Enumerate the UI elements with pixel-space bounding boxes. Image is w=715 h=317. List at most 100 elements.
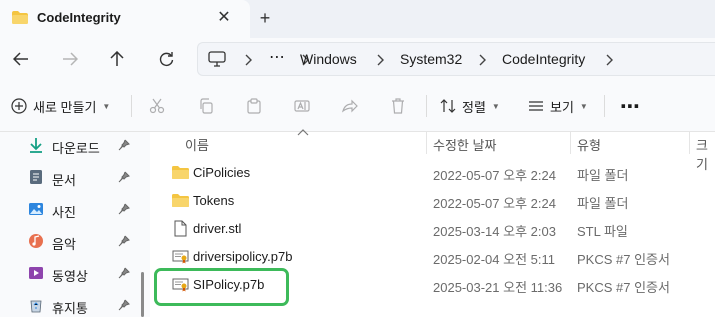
breadcrumb-system32[interactable]: System32 [400, 51, 462, 67]
up-button[interactable] [104, 46, 130, 72]
pin-icon[interactable] [118, 171, 130, 183]
arrow-up-icon [110, 51, 124, 66]
navigation-bar: ⋯ Windows System32 CodeIntegrity [0, 38, 715, 80]
file-row[interactable]: CiPolicies 2022-05-07 오후 2:24 파일 폴더 [150, 159, 715, 187]
column-header-type[interactable]: 유형 [577, 135, 601, 157]
chevron-right-icon [377, 54, 384, 66]
pin-icon[interactable] [118, 139, 130, 151]
divider [604, 95, 605, 117]
copy-button[interactable] [198, 94, 214, 118]
sidebar-item-videos[interactable]: 동영상 [0, 260, 140, 288]
delete-button[interactable] [390, 94, 406, 118]
computer-icon [208, 51, 226, 67]
column-divider[interactable] [570, 132, 571, 154]
sidebar-item-downloads[interactable]: 다운로드 [0, 132, 140, 160]
file-type: PKCS #7 인증서 [577, 280, 670, 295]
forward-button[interactable] [57, 46, 83, 72]
file-icon [174, 220, 187, 237]
breadcrumb-codeintegrity[interactable]: CodeIntegrity [502, 51, 585, 67]
chevron-right-icon [245, 54, 252, 66]
file-date: 2025-02-04 오전 5:11 [433, 252, 555, 267]
pin-icon[interactable] [118, 267, 130, 279]
file-name: driver.stl [193, 221, 242, 236]
music-icon [29, 234, 43, 248]
file-date: 2025-03-14 오후 2:03 [433, 224, 556, 239]
view-button[interactable]: 보기 ▼ [528, 94, 588, 118]
breadcrumb-windows[interactable]: Windows [300, 51, 357, 67]
close-tab-button[interactable]: ✕ [213, 7, 235, 29]
sort-button-label: 정렬 [462, 99, 486, 115]
command-bar: 새로 만들기 ▼ 정렬 ▼ 보기 ▼ ⋯ [0, 80, 715, 132]
sidebar-item-documents[interactable]: 문서 [0, 164, 140, 192]
trash-icon [392, 98, 404, 114]
folder-icon [172, 194, 189, 207]
folder-icon [12, 11, 28, 24]
column-header-name[interactable]: 이름 [185, 135, 209, 157]
breadcrumb-more-button[interactable]: ⋯ [269, 47, 285, 67]
sidebar-item-label: 휴지통 [52, 301, 88, 316]
pin-icon[interactable] [118, 235, 130, 247]
column-header-size[interactable]: 크기 [696, 135, 715, 172]
rename-icon [294, 100, 310, 112]
chevron-right-icon [606, 54, 613, 66]
pin-icon[interactable] [118, 203, 130, 215]
share-button[interactable] [342, 94, 358, 118]
address-bar[interactable]: ⋯ Windows System32 CodeIntegrity [197, 42, 715, 76]
refresh-icon [159, 51, 173, 66]
refresh-button[interactable] [153, 46, 179, 72]
sort-ascending-icon [297, 129, 309, 136]
divider [426, 95, 427, 117]
recycle-bin-icon [30, 300, 42, 313]
sidebar-item-recycle-bin[interactable]: 휴지통 [0, 292, 140, 317]
file-row[interactable]: Tokens 2022-05-07 오후 2:24 파일 폴더 [150, 187, 715, 215]
sidebar-item-pictures[interactable]: 사진 [0, 196, 140, 224]
view-list-icon [529, 101, 543, 111]
column-divider[interactable] [689, 132, 690, 154]
file-row[interactable]: driver.stl 2025-03-14 오후 2:03 STL 파일 [150, 215, 715, 243]
sort-icon [440, 99, 456, 113]
chevron-down-icon: ▼ [491, 101, 500, 111]
sidebar-item-label: 사진 [52, 205, 76, 220]
cut-button[interactable] [149, 94, 165, 118]
navigation-pane: 다운로드 문서 사진 음악 동영상 휴지통 [0, 132, 150, 317]
new-button-label: 새로 만들기 [33, 99, 97, 115]
tab-bar: CodeIntegrity ✕ + [0, 0, 715, 38]
sidebar-scrollbar[interactable] [141, 272, 144, 317]
sidebar-item-label: 다운로드 [52, 141, 100, 156]
rename-button[interactable] [294, 94, 310, 118]
video-icon [29, 267, 43, 279]
chevron-down-icon: ▼ [579, 101, 588, 111]
pin-icon[interactable] [118, 299, 130, 311]
scissors-icon [149, 98, 165, 114]
view-button-label: 보기 [550, 99, 574, 115]
file-date: 2022-05-07 오후 2:24 [433, 168, 556, 183]
pictures-icon [29, 203, 43, 215]
divider [131, 95, 132, 117]
file-type: PKCS #7 인증서 [577, 252, 670, 267]
more-options-button[interactable]: ⋯ [620, 94, 640, 118]
file-type: 파일 폴더 [577, 196, 629, 211]
sidebar-item-label: 음악 [52, 237, 76, 252]
file-name: CiPolicies [193, 165, 251, 180]
selection-highlight [154, 268, 289, 306]
tab-title: CodeIntegrity [37, 10, 121, 25]
tab-codeintegrity[interactable]: CodeIntegrity ✕ [0, 0, 250, 38]
sort-button[interactable]: 정렬 ▼ [440, 94, 500, 118]
file-name: Tokens [193, 193, 235, 208]
column-divider[interactable] [426, 132, 427, 154]
sidebar-item-label: 문서 [52, 173, 76, 188]
file-row[interactable]: driversipolicy.p7b 2025-02-04 오전 5:11 PK… [150, 243, 715, 271]
paste-button[interactable] [246, 94, 262, 118]
arrow-left-icon [13, 52, 28, 66]
column-header-modified[interactable]: 수정한 날짜 [433, 135, 496, 157]
file-type: 파일 폴더 [577, 168, 629, 183]
document-icon [30, 170, 42, 184]
download-icon [30, 138, 42, 153]
new-button[interactable]: 새로 만들기 ▼ [11, 94, 110, 118]
new-tab-button[interactable]: + [254, 7, 276, 29]
sidebar-item-music[interactable]: 음악 [0, 228, 140, 256]
file-date: 2022-05-07 오후 2:24 [433, 196, 556, 211]
back-button[interactable] [8, 46, 34, 72]
folder-icon [172, 166, 189, 179]
chevron-down-icon: ▼ [102, 101, 111, 111]
